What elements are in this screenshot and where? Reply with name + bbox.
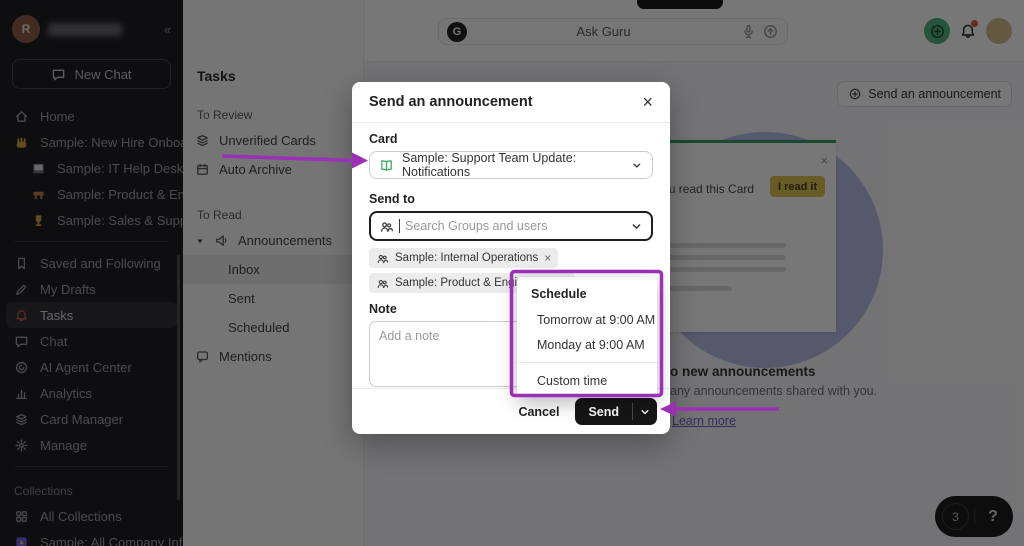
divider [517, 362, 657, 363]
card-book-icon [379, 158, 394, 173]
card-select-value: Sample: Support Team Update: Notificatio… [402, 151, 577, 179]
top-notch [637, 0, 723, 9]
people-icon [376, 252, 389, 265]
note-placeholder: Add a note [379, 329, 440, 343]
people-icon [376, 277, 389, 290]
close-icon[interactable]: × [642, 93, 653, 111]
menu-item-custom-time[interactable]: Custom time [517, 368, 657, 393]
card-label: Card [369, 132, 398, 146]
chevron-down-icon [630, 220, 643, 233]
send-options-button[interactable] [633, 398, 657, 425]
menu-item-tomorrow[interactable]: Tomorrow at 9:00 AM [517, 307, 657, 332]
recipient-tag[interactable]: Sample: Internal Operations × [369, 248, 559, 268]
send-button[interactable]: Send [575, 398, 632, 425]
text-cursor [399, 219, 400, 233]
search-placeholder: Search Groups and users [405, 219, 548, 233]
modal-title: Send an announcement [369, 94, 533, 110]
schedule-menu-header: Schedule [531, 287, 587, 301]
send-to-search-input[interactable]: Search Groups and users [369, 211, 653, 241]
schedule-menu: Schedule Tomorrow at 9:00 AM Monday at 9… [517, 277, 657, 397]
chevron-down-icon [639, 406, 651, 418]
chevron-down-icon [631, 159, 643, 172]
tag-label: Sample: Internal Operations [395, 252, 539, 264]
send-to-label: Send to [369, 192, 415, 206]
people-icon [379, 219, 394, 234]
cancel-button[interactable]: Cancel [518, 405, 559, 419]
card-select[interactable]: Sample: Support Team Update: Notificatio… [369, 151, 653, 179]
menu-item-monday[interactable]: Monday at 9:00 AM [517, 332, 657, 357]
remove-tag-icon[interactable]: × [544, 252, 551, 264]
